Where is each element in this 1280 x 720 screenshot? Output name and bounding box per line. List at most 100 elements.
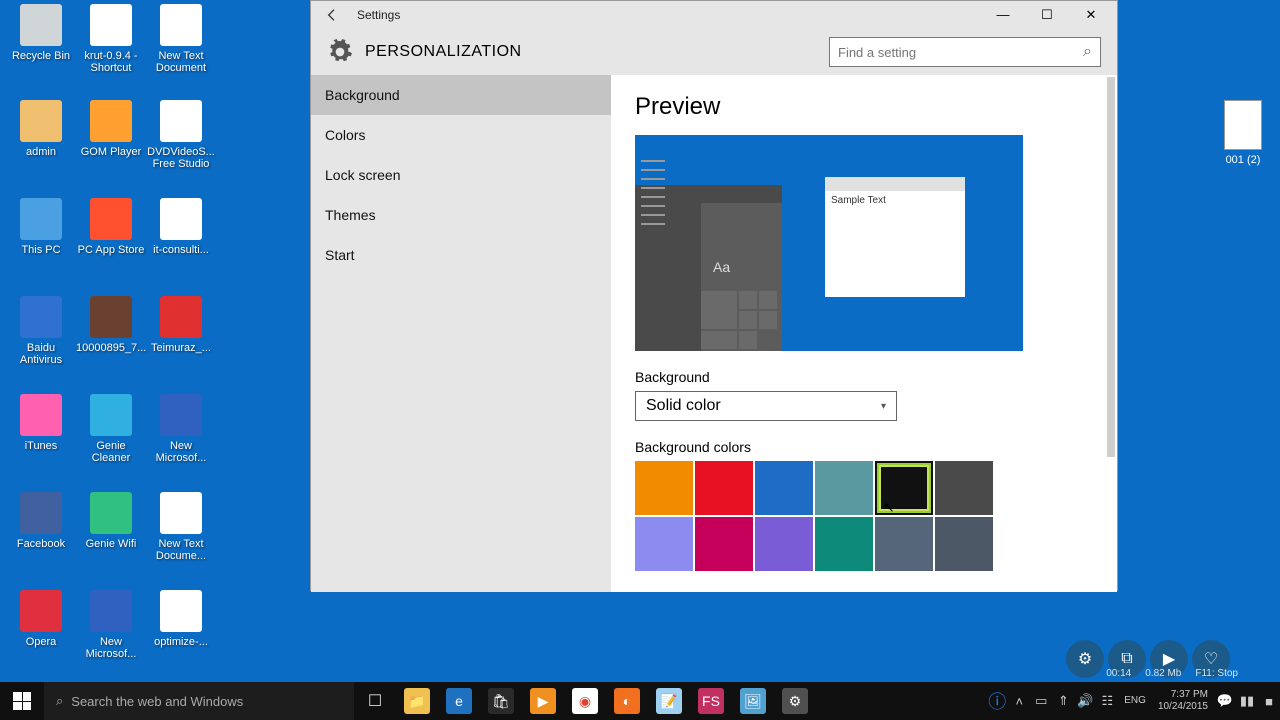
settings-taskbar-icon[interactable]: ⚙ — [774, 682, 816, 720]
start-button[interactable] — [0, 682, 44, 720]
taskbar: ⌕ Search the web and Windows ☐ 📁 e 🛍 ▶ ◉… — [0, 682, 1280, 720]
desktop-icon-label: 10000895_7... — [76, 342, 146, 354]
app-icon — [20, 492, 62, 534]
desktop-icon[interactable]: New Text Docume... — [146, 492, 216, 562]
gear-icon — [327, 39, 353, 65]
minimize-button[interactable]: — — [981, 1, 1025, 29]
color-swatch[interactable] — [815, 517, 873, 571]
file-explorer-icon[interactable]: 📁 — [396, 682, 438, 720]
color-swatch[interactable] — [935, 461, 993, 515]
desktop-icon[interactable]: Teimuraz_... — [146, 296, 216, 354]
desktop-icon[interactable]: it-consulti... — [146, 198, 216, 256]
battery-icon[interactable]: ▭ — [1030, 693, 1052, 709]
dropdown-value: Solid color — [646, 397, 721, 415]
maximize-button[interactable]: ☐ — [1025, 1, 1069, 29]
color-swatch[interactable] — [755, 517, 813, 571]
desktop-icon-label: This PC — [6, 244, 76, 256]
sidebar-item-start[interactable]: Start — [311, 235, 611, 275]
desktop-icon[interactable]: Genie Cleaner — [76, 394, 146, 464]
desktop-icon[interactable]: 10000895_7... — [76, 296, 146, 354]
desktop-icon[interactable]: Recycle Bin — [6, 4, 76, 62]
scrollbar[interactable] — [1107, 77, 1115, 457]
recorder-settings-icon[interactable]: ⚙ — [1066, 640, 1104, 678]
sidebar-item-colors[interactable]: Colors — [311, 115, 611, 155]
fs-icon[interactable]: FS — [690, 682, 732, 720]
color-swatch[interactable] — [755, 461, 813, 515]
color-swatch[interactable] — [635, 461, 693, 515]
preview-aa: Aa — [713, 259, 730, 275]
desktop-icon[interactable]: Genie Wifi — [76, 492, 146, 550]
pause-icon[interactable]: ▮▮ — [1236, 693, 1258, 709]
search-box[interactable]: ⌕ — [829, 37, 1101, 67]
app-icon — [90, 4, 132, 46]
desktop-icon[interactable]: DVDVideoS... Free Studio — [146, 100, 216, 170]
desktop-icon[interactable]: iTunes — [6, 394, 76, 452]
close-button[interactable]: ✕ — [1069, 1, 1113, 29]
recorder-size: 0.82 Mb — [1145, 667, 1181, 680]
app-icon — [90, 100, 132, 142]
color-swatch[interactable] — [875, 517, 933, 571]
desktop-icon-label: krut-0.9.4 - Shortcut — [76, 50, 146, 74]
color-swatch[interactable] — [875, 461, 933, 515]
sidebar-item-themes[interactable]: Themes — [311, 195, 611, 235]
network-icon[interactable]: ☷ — [1096, 693, 1118, 709]
desktop-icon[interactable]: Opera — [6, 590, 76, 648]
sidebar-item-background[interactable]: Background — [311, 75, 611, 115]
color-swatch[interactable] — [695, 461, 753, 515]
photos-icon[interactable]: 🖼 — [732, 682, 774, 720]
tray-chevron-up-icon[interactable]: ˄ — [1008, 694, 1030, 709]
desktop-icon-label: 001 (2) — [1226, 154, 1261, 166]
titlebar: Settings — ☐ ✕ — [311, 1, 1117, 29]
desktop-icon[interactable]: New Text Document — [146, 4, 216, 74]
stop-icon[interactable]: ■ — [1258, 694, 1280, 709]
desktop-icon[interactable]: New Microsof... — [146, 394, 216, 464]
store-icon[interactable]: 🛍 — [480, 682, 522, 720]
preview-sample-text: Sample Text — [825, 191, 965, 210]
color-swatch[interactable] — [815, 461, 873, 515]
app-icon — [90, 296, 132, 338]
taskbar-search[interactable]: ⌕ Search the web and Windows — [44, 682, 354, 720]
desktop-icon[interactable]: krut-0.9.4 - Shortcut — [76, 4, 146, 74]
app-icon — [160, 296, 202, 338]
desktop-icon[interactable]: Facebook — [6, 492, 76, 550]
background-dropdown[interactable]: Solid color ▾ — [635, 391, 897, 421]
app-icon — [20, 198, 62, 240]
firefox-icon[interactable]: ◐ — [606, 682, 648, 720]
volume-icon[interactable]: 🔊 — [1074, 693, 1096, 709]
desktop-icon[interactable]: admin — [6, 100, 76, 158]
color-swatch[interactable] — [935, 517, 993, 571]
app-icon — [20, 296, 62, 338]
chrome-icon[interactable]: ◉ — [564, 682, 606, 720]
desktop-icon[interactable]: PC App Store — [76, 198, 146, 256]
app-icon — [90, 198, 132, 240]
wifi-icon[interactable]: ⇑ — [1052, 693, 1074, 709]
task-view-icon[interactable]: ☐ — [354, 682, 396, 720]
back-button[interactable] — [315, 1, 349, 29]
video-icon[interactable]: ▶ — [522, 682, 564, 720]
desktop-icon[interactable]: Baidu Antivirus — [6, 296, 76, 366]
desktop-icon[interactable]: New Microsof... — [76, 590, 146, 660]
notifications-icon[interactable]: 💬 — [1214, 693, 1236, 709]
color-swatch[interactable] — [695, 517, 753, 571]
lang-indicator[interactable]: ENG — [1118, 695, 1152, 707]
document-icon — [1224, 100, 1262, 150]
sidebar-item-lockscreen[interactable]: Lock screen — [311, 155, 611, 195]
desktop-icon-doc[interactable]: 001 (2) — [1208, 100, 1278, 166]
desktop-icon-label: Genie Cleaner — [76, 440, 146, 464]
app-icon — [90, 590, 132, 632]
clock[interactable]: 7:37 PM 10/24/2015 — [1152, 689, 1214, 713]
edge-icon[interactable]: e — [438, 682, 480, 720]
search-input[interactable] — [838, 45, 1083, 60]
settings-sidebar: Background Colors Lock screen Themes Sta… — [311, 75, 611, 592]
help-icon[interactable]: ⓘ — [986, 688, 1008, 714]
color-swatch[interactable] — [635, 517, 693, 571]
app-icon — [20, 590, 62, 632]
desktop-icon[interactable]: This PC — [6, 198, 76, 256]
desktop-icon[interactable]: GOM Player — [76, 100, 146, 158]
preview-sample-window: Sample Text — [825, 177, 965, 297]
desktop-icon-label: New Text Docume... — [146, 538, 216, 562]
desktop-icon[interactable]: optimize-... — [146, 590, 216, 648]
notepad-icon[interactable]: 📝 — [648, 682, 690, 720]
app-icon — [160, 4, 202, 46]
app-icon — [20, 100, 62, 142]
